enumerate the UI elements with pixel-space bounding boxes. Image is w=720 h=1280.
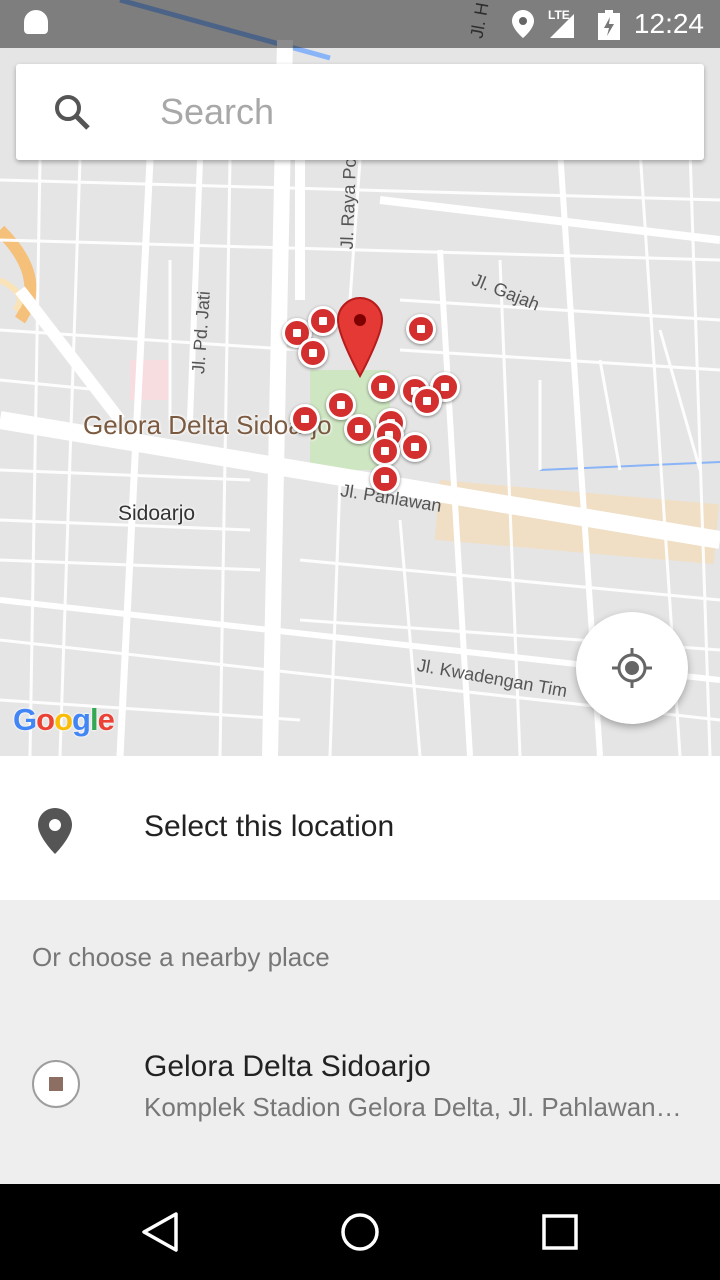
poi-store-marker[interactable] — [412, 386, 442, 416]
place-type-icon — [32, 1060, 80, 1108]
select-location-label: Select this location — [144, 810, 395, 843]
selected-location-pin-icon — [336, 296, 384, 378]
search-input[interactable] — [160, 86, 660, 138]
my-location-icon — [612, 648, 652, 688]
nearby-place-item[interactable]: Gelora Delta Sidoarjo Komplek Stadion Ge… — [0, 1030, 720, 1150]
poi-bar-marker[interactable] — [344, 414, 374, 444]
place-pin-icon — [38, 808, 72, 854]
nearby-places-section: Or choose a nearby place Gelora Delta Si… — [0, 900, 720, 1184]
navigation-bar — [0, 1184, 720, 1280]
recents-icon[interactable] — [536, 1208, 584, 1256]
status-time: 12:24 — [633, 8, 704, 39]
battery-charging-icon — [598, 10, 620, 40]
poi-store-marker[interactable] — [406, 314, 436, 344]
street-label-raya: Jl. Raya Por — [336, 151, 361, 250]
search-icon[interactable] — [52, 92, 92, 132]
poi-store-marker[interactable] — [400, 432, 430, 462]
place-name: Gelora Delta Sidoarjo — [144, 1050, 431, 1083]
my-location-button[interactable] — [576, 612, 688, 724]
poi-store-marker[interactable] — [370, 436, 400, 466]
google-logo: Google — [13, 702, 115, 737]
signal-icon — [550, 14, 574, 38]
home-icon[interactable] — [336, 1208, 384, 1256]
place-address: Komplek Stadion Gelora Delta, Jl. Pahlaw… — [144, 1092, 684, 1122]
poi-store-marker[interactable] — [290, 404, 320, 434]
status-bar: LTE 12:24 — [0, 0, 720, 48]
location-icon — [512, 10, 534, 38]
poi-restaurant-marker[interactable] — [308, 306, 338, 336]
android-icon — [24, 10, 48, 34]
poi-restaurant-marker[interactable] — [298, 338, 328, 368]
nearby-header: Or choose a nearby place — [32, 942, 330, 972]
poi-lodging-marker[interactable] — [370, 464, 400, 494]
back-icon[interactable] — [136, 1208, 184, 1256]
search-bar[interactable] — [16, 64, 704, 160]
city-label: Sidoarjo — [118, 502, 196, 525]
select-location-row[interactable]: Select this location — [0, 756, 720, 900]
